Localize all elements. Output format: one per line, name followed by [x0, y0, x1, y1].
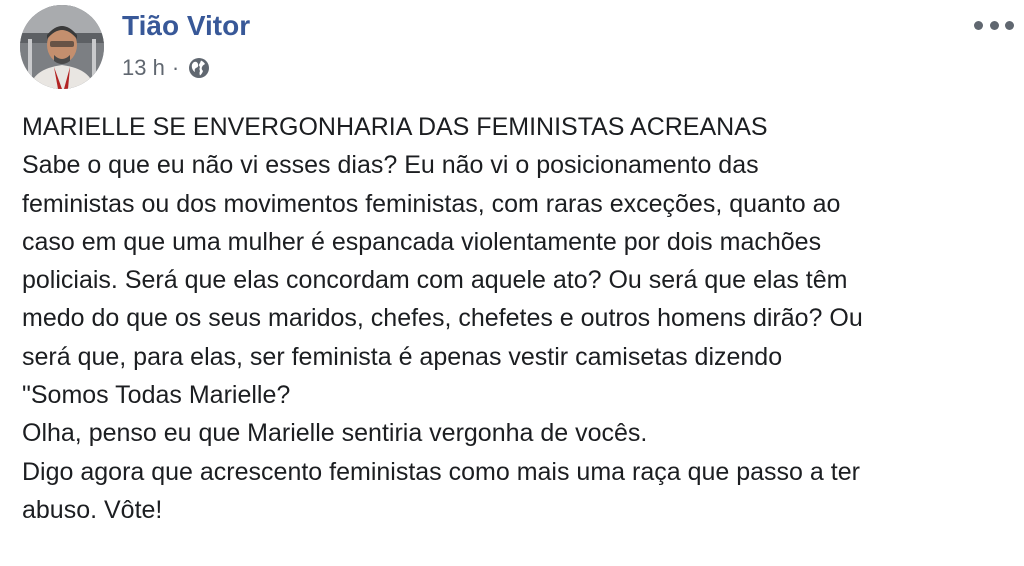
post-text-line: Olha, penso eu que Marielle sentiria ver…: [22, 419, 648, 448]
meta-separator: ·: [171, 55, 180, 80]
post-text-line: policiais. Será que elas concordam com a…: [22, 266, 848, 295]
post-text-line: abuso. Vôte!: [22, 495, 163, 524]
avatar-photo: [20, 5, 104, 89]
post-text-line: feministas ou dos movimentos feministas,…: [22, 189, 841, 218]
avatar[interactable]: [20, 5, 104, 89]
post-text-line: MARIELLE SE ENVERGONHARIA DAS FEMINISTAS…: [22, 113, 768, 141]
post-text-line: "Somos Todas Marielle?: [22, 381, 291, 410]
more-options-icon[interactable]: [974, 14, 1014, 36]
post-timestamp[interactable]: 13 h: [122, 55, 165, 81]
post-text-line: Digo agora que acrescento feministas com…: [22, 457, 860, 486]
post-body: MARIELLE SE ENVERGONHARIA DAS FEMINISTAS…: [22, 108, 1012, 529]
post-meta: 13 h ·: [122, 55, 211, 81]
facebook-post: Tião Vitor 13 h · MARIELLE SE ENVERGONHA…: [0, 0, 1024, 566]
author-name[interactable]: Tião Vitor: [122, 10, 250, 42]
post-text-line: caso em que uma mulher é espancada viole…: [22, 227, 822, 256]
post-text-line: Sabe o que eu não vi esses dias? Eu não …: [22, 151, 759, 180]
post-text-line: medo do que os seus maridos, chefes, che…: [22, 304, 863, 333]
globe-icon[interactable]: [187, 56, 211, 80]
post-text-line: será que, para elas, ser feminista é ape…: [22, 342, 783, 371]
